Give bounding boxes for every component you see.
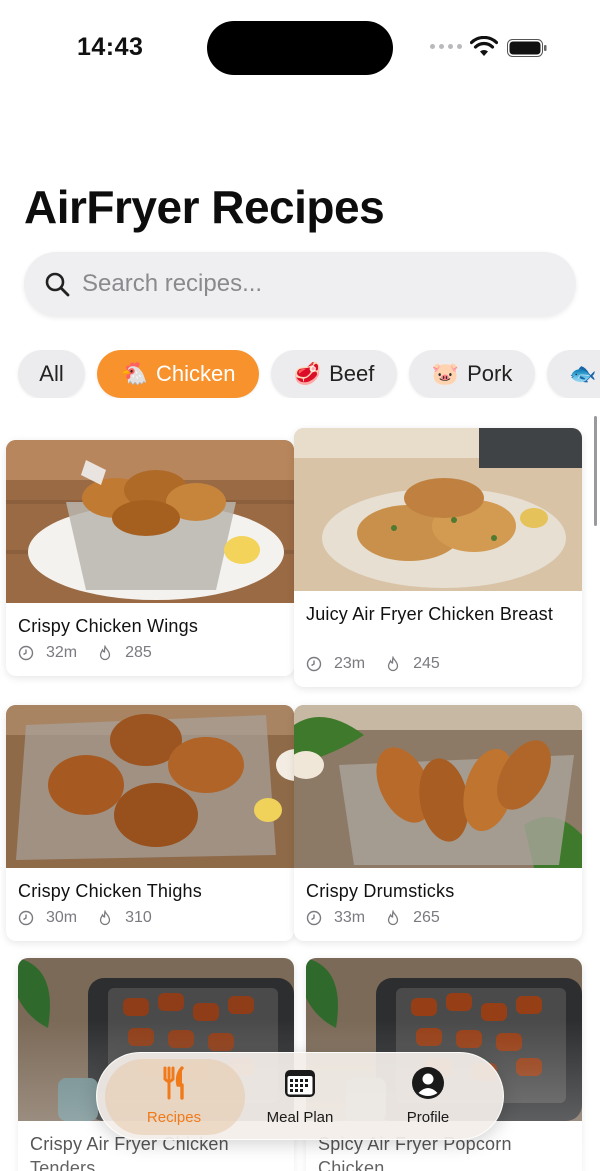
chip-label: Beef [329, 361, 375, 386]
recipe-time: 23m [334, 655, 366, 672]
clock-icon [18, 910, 34, 926]
cellular-signal-icon [430, 44, 462, 49]
recipe-meta: 23m 245 [306, 655, 440, 673]
chip-fish[interactable]: 🐟 [547, 350, 600, 398]
chip-label: Chicken [155, 361, 236, 386]
chicken-icon: 🐔 [120, 361, 148, 386]
scrollbar[interactable] [594, 416, 597, 526]
recipe-title: Crispy Chicken Wings [18, 616, 199, 636]
battery-icon [507, 39, 547, 57]
tab-label: Recipes [146, 1109, 202, 1126]
meat-icon: 🥩 [293, 361, 322, 386]
recipe-image [6, 705, 294, 868]
recipe-calories: 265 [413, 909, 440, 926]
recipe-card[interactable]: Crispy Chicken Thighs 30m 310 [6, 705, 294, 941]
tab-label: Meal Plan [266, 1109, 334, 1126]
person-circle-icon [412, 1067, 444, 1099]
fish-icon: 🐟 [569, 361, 597, 386]
chip-label: Pork [467, 361, 513, 386]
recipe-title: Juicy Air Fryer Chicken Breast [306, 604, 554, 624]
calendar-icon [285, 1070, 315, 1097]
recipe-time: 32m [46, 644, 78, 661]
chip-all[interactable]: All [18, 350, 85, 398]
recipe-card[interactable]: Crispy Chicken Wings 32m 285 [6, 440, 294, 676]
wifi-icon [470, 36, 498, 56]
search-icon [45, 272, 70, 297]
status-bar: 14:43 [0, 0, 600, 96]
recipe-meta: 30m 310 [18, 909, 152, 927]
clock-icon [306, 656, 322, 672]
recipe-title: Crispy Drumsticks [306, 881, 455, 901]
recipe-image [6, 440, 294, 603]
flame-icon [387, 656, 399, 672]
status-time: 14:43 [77, 33, 144, 61]
clock-icon [306, 910, 322, 926]
page-title: AirFryer Recipes [24, 181, 385, 233]
recipe-calories: 285 [125, 644, 152, 661]
recipe-calories: 245 [413, 655, 440, 672]
search-input[interactable] [82, 264, 552, 304]
tab-recipes[interactable]: Recipes [109, 1065, 239, 1135]
dynamic-island [207, 21, 393, 75]
clock-icon [18, 645, 34, 661]
flame-icon [99, 645, 111, 661]
tab-meal-plan[interactable]: Meal Plan [235, 1065, 365, 1135]
tab-profile[interactable]: Profile [363, 1065, 493, 1135]
recipe-time: 30m [46, 909, 78, 926]
fork-knife-icon [163, 1066, 184, 1100]
chip-pork[interactable]: 🐷 Pork [409, 350, 535, 398]
category-chips: All 🐔 Chicken 🥩 Beef 🐷 Pork 🐟 [0, 350, 600, 398]
flame-icon [387, 910, 399, 926]
search-bar[interactable] [24, 252, 576, 316]
recipe-meta: 32m 285 [18, 644, 152, 662]
chip-chicken[interactable]: 🐔 Chicken [97, 350, 259, 398]
chip-beef[interactable]: 🥩 Beef [271, 350, 397, 398]
recipe-calories: 310 [125, 909, 152, 926]
recipe-card[interactable]: Juicy Air Fryer Chicken Breast 23m 245 [294, 428, 582, 687]
recipe-image [294, 705, 582, 868]
recipe-card[interactable]: Crispy Drumsticks 33m 265 [294, 705, 582, 941]
pig-icon: 🐷 [431, 361, 460, 386]
flame-icon [99, 910, 111, 926]
chip-label: All [39, 361, 64, 386]
tab-label: Profile [406, 1109, 450, 1126]
recipe-image [294, 428, 582, 591]
recipe-meta: 33m 265 [306, 909, 440, 927]
recipe-time: 33m [334, 909, 366, 926]
tab-bar: Recipes Meal Plan Profile [96, 1052, 504, 1140]
recipe-title: Crispy Chicken Thighs [18, 881, 202, 901]
